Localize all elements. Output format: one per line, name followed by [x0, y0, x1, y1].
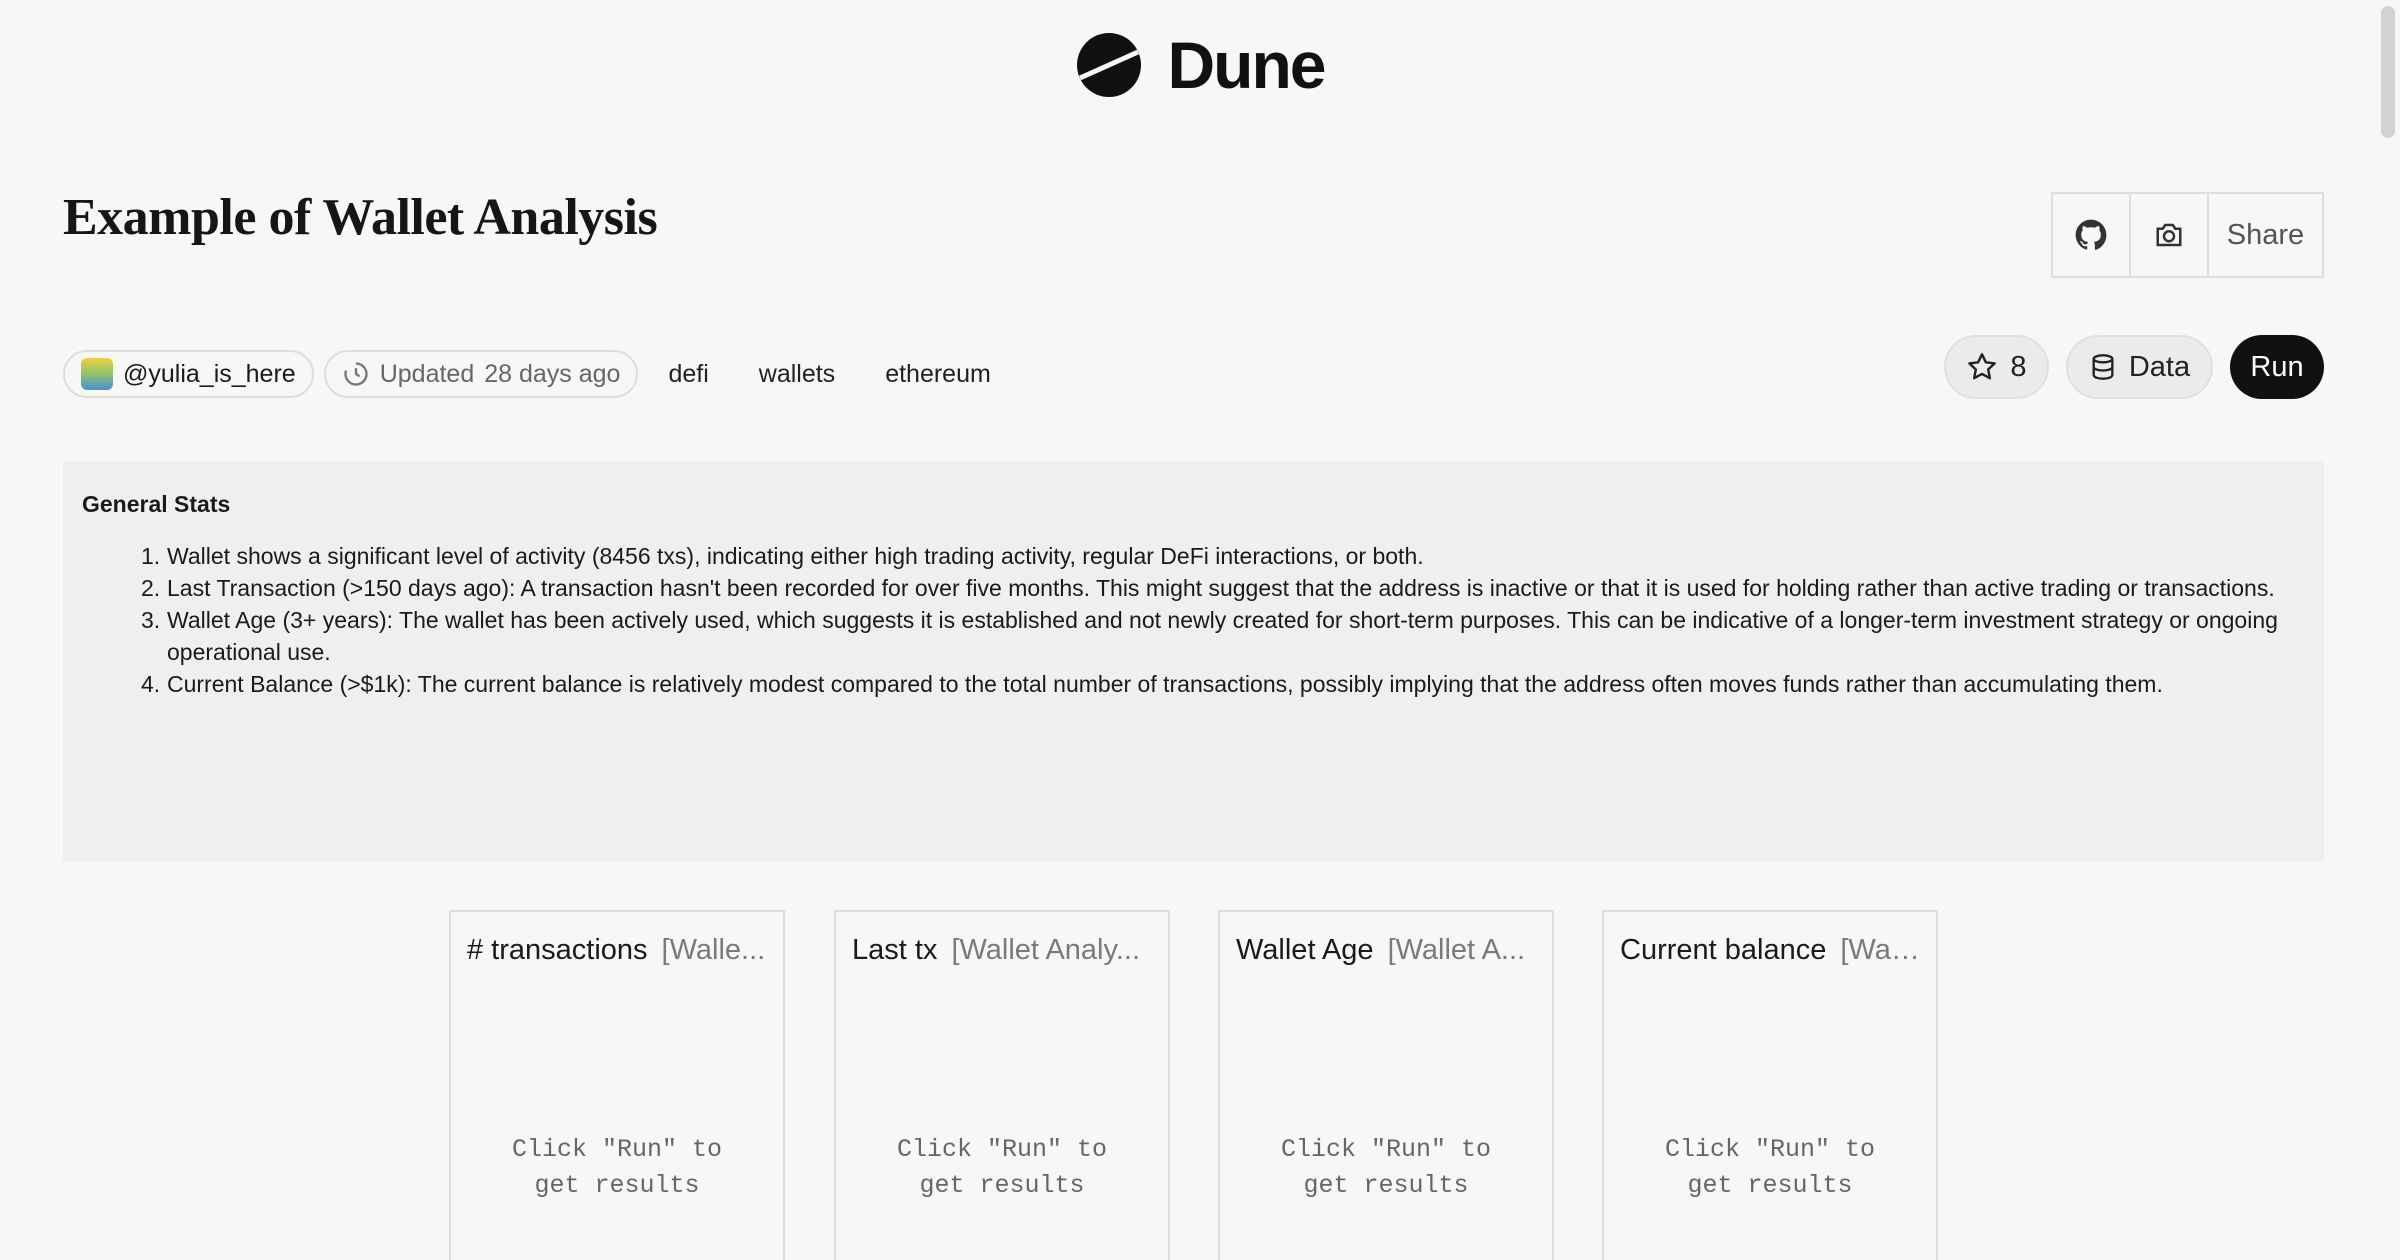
card-header: Last tx [Wallet Analy... — [852, 932, 1152, 968]
updated-pill: Updated 28 days ago — [323, 350, 639, 398]
star-button[interactable]: 8 — [1944, 335, 2049, 399]
list-number: 2. — [141, 575, 161, 601]
list-item: 2. Last Transaction (>150 days ago): A t… — [141, 572, 2305, 604]
card-header: # transactions [Walle... — [467, 932, 767, 968]
page-scrollbar[interactable] — [2376, 0, 2400, 1260]
stats-list: 1. Wallet shows a significant level of a… — [141, 540, 2305, 700]
general-stats-widget: General Stats 1. Wallet shows a signific… — [63, 461, 2324, 861]
list-item: 4. Current Balance (>$1k): The current b… — [141, 668, 2305, 700]
page: Dune Example of Wallet Analysis Share @y… — [0, 0, 2400, 1260]
tag-wallets[interactable]: wallets — [739, 360, 855, 389]
star-count: 8 — [2010, 350, 2027, 383]
star-icon — [1968, 353, 1997, 380]
card-title: # transactions — [467, 933, 648, 966]
share-button[interactable]: Share — [2209, 194, 2322, 276]
card-title: Last tx — [852, 933, 938, 966]
card-header: Current balance [Wal... — [1620, 932, 1920, 968]
updated-label: Updated — [379, 359, 475, 388]
list-text: Last Transaction (>150 days ago): A tran… — [167, 575, 2275, 601]
counter-card-last-tx[interactable]: Last tx [Wallet Analy... Click "Run" to … — [834, 910, 1170, 1260]
tag-defi[interactable]: defi — [648, 360, 728, 389]
card-empty-message: Click "Run" to get results — [511, 1135, 723, 1200]
github-icon — [2075, 219, 2107, 250]
card-title: Wallet Age — [1236, 933, 1374, 966]
card-title: Current balance — [1620, 933, 1827, 966]
author-pill[interactable]: @yulia_is_here — [63, 350, 314, 398]
dune-logo[interactable]: Dune — [0, 28, 2400, 102]
tag-ethereum[interactable]: ethereum — [865, 360, 1011, 389]
github-button[interactable] — [2053, 194, 2131, 276]
list-number: 4. — [141, 671, 161, 697]
list-item: 3. Wallet Age (3+ years): The wallet has… — [141, 604, 2305, 668]
camera-icon — [2156, 223, 2182, 247]
page-title: Example of Wallet Analysis — [63, 189, 658, 246]
run-button[interactable]: Run — [2230, 335, 2324, 399]
clock-icon — [344, 362, 368, 386]
card-query-link[interactable]: [Wal... — [1840, 934, 1920, 967]
avatar — [81, 358, 113, 390]
card-query-link[interactable]: [Walle... — [662, 934, 766, 967]
database-icon — [2092, 354, 2114, 380]
list-text: Current Balance (>$1k): The current bala… — [167, 671, 2163, 697]
dashboard-actions: Share — [2051, 192, 2324, 278]
data-button[interactable]: Data — [2066, 335, 2213, 399]
counter-card-current-balance[interactable]: Current balance [Wal... Click "Run" to g… — [1602, 910, 1938, 1260]
list-text: Wallet Age (3+ years): The wallet has be… — [167, 607, 2278, 665]
updated-value: 28 days ago — [484, 359, 621, 388]
dashboard-meta: @yulia_is_here Updated 28 days ago defi … — [63, 350, 1011, 398]
counter-card-transactions[interactable]: # transactions [Walle... Click "Run" to … — [449, 910, 785, 1260]
screenshot-button[interactable] — [2131, 194, 2209, 276]
card-empty-message: Click "Run" to get results — [1280, 1135, 1492, 1200]
data-label: Data — [2128, 350, 2191, 383]
card-query-link[interactable]: [Wallet A... — [1388, 934, 1526, 967]
counter-card-wallet-age[interactable]: Wallet Age [Wallet A... Click "Run" to g… — [1218, 910, 1554, 1260]
stats-title: General Stats — [82, 491, 231, 517]
list-number: 3. — [141, 607, 161, 633]
card-empty-message: Click "Run" to get results — [1664, 1135, 1876, 1200]
brand-name: Dune — [1167, 28, 1327, 102]
author-name: @yulia_is_here — [123, 359, 296, 388]
dune-logo-icon — [1076, 33, 1141, 97]
card-header: Wallet Age [Wallet A... — [1236, 932, 1536, 968]
list-number: 1. — [141, 543, 161, 569]
list-item: 1. Wallet shows a significant level of a… — [141, 540, 2305, 572]
card-empty-message: Click "Run" to get results — [896, 1135, 1108, 1200]
scrollbar-thumb[interactable] — [2381, 6, 2395, 138]
card-query-link[interactable]: [Wallet Analy... — [951, 934, 1140, 967]
list-text: Wallet shows a significant level of acti… — [167, 543, 1424, 569]
